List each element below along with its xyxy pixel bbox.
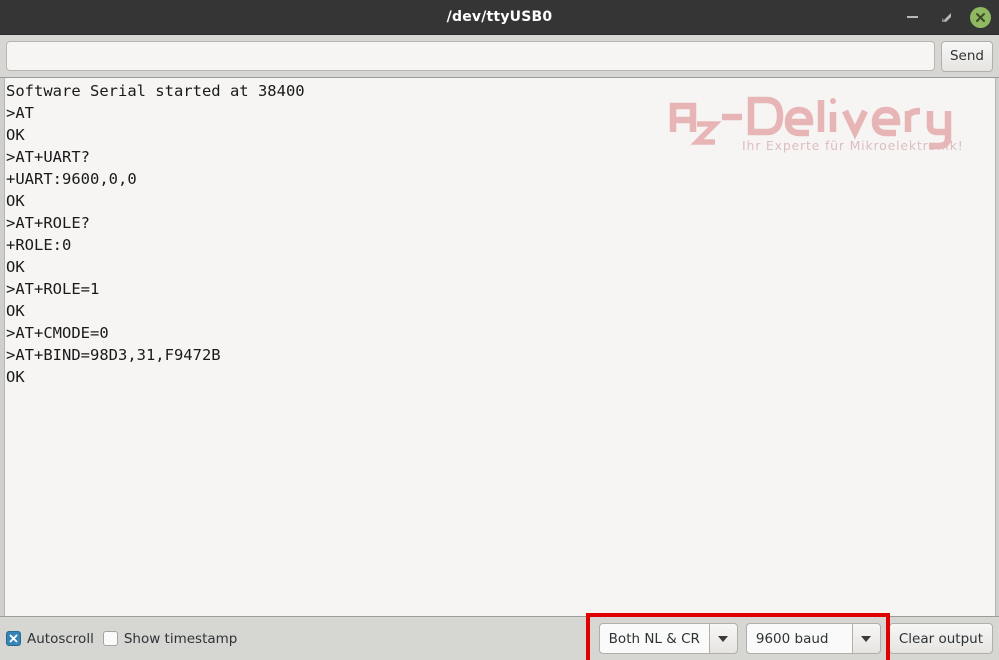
show-timestamp-checkbox-box[interactable] (102, 631, 118, 646)
baud-rate-value[interactable]: 9600 baud (745, 623, 852, 654)
chevron-down-icon[interactable] (851, 623, 881, 654)
window-title: /dev/ttyUSB0 (446, 9, 553, 25)
autoscroll-checkbox-box[interactable] (6, 631, 21, 646)
autoscroll-label: Autoscroll (27, 630, 94, 647)
show-timestamp-label: Show timestamp (123, 630, 238, 647)
line-ending-value[interactable]: Both NL & CR (598, 623, 709, 654)
console-line: OK (6, 302, 25, 320)
console-text: Software Serial started at 38400 >AT OK >AT… (6, 80, 989, 388)
serial-monitor-window: /dev/ttyUSB0 Send Ihr Experte für Mikroe… (0, 0, 999, 660)
console-line: >AT+CMODE=0 (6, 324, 109, 342)
command-input[interactable] (6, 41, 935, 71)
autoscroll-checkbox[interactable]: Autoscroll (6, 631, 94, 647)
console-line: >AT+UART? (6, 148, 90, 166)
console-line: >AT (6, 104, 34, 122)
console-line: >AT+ROLE=1 (6, 280, 100, 298)
send-button[interactable]: Send (940, 40, 993, 72)
baud-rate-dropdown[interactable]: 9600 baud (745, 623, 881, 654)
console-line: OK (6, 126, 25, 144)
titlebar: /dev/ttyUSB0 (0, 0, 999, 35)
console-line: Software Serial started at 38400 (6, 82, 305, 100)
console-line: OK (6, 192, 25, 210)
console-scrollbar[interactable] (995, 78, 999, 616)
close-icon[interactable] (970, 6, 991, 28)
console-line: OK (6, 258, 25, 276)
clear-output-button[interactable]: Clear output (888, 623, 993, 654)
maximize-icon[interactable] (936, 7, 956, 27)
console-line: +ROLE:0 (6, 236, 72, 254)
console-output[interactable]: Ihr Experte für Mikroelektronik! Softwar… (0, 77, 999, 617)
bottom-toolbar: Autoscroll Show timestamp Both NL & CR 9… (0, 617, 999, 660)
minimize-icon[interactable] (902, 7, 922, 27)
console-left-edge (0, 78, 5, 616)
console-line: >AT+BIND=98D3,31,F9472B (6, 346, 221, 364)
window-controls (902, 0, 991, 34)
console-line: >AT+ROLE? (6, 214, 90, 232)
console-line: +UART:9600,0,0 (6, 170, 137, 188)
line-ending-dropdown[interactable]: Both NL & CR (598, 623, 738, 654)
show-timestamp-checkbox[interactable]: Show timestamp (102, 630, 238, 647)
send-bar: Send (0, 35, 999, 77)
console-line: OK (6, 368, 25, 386)
chevron-down-icon[interactable] (708, 623, 738, 654)
